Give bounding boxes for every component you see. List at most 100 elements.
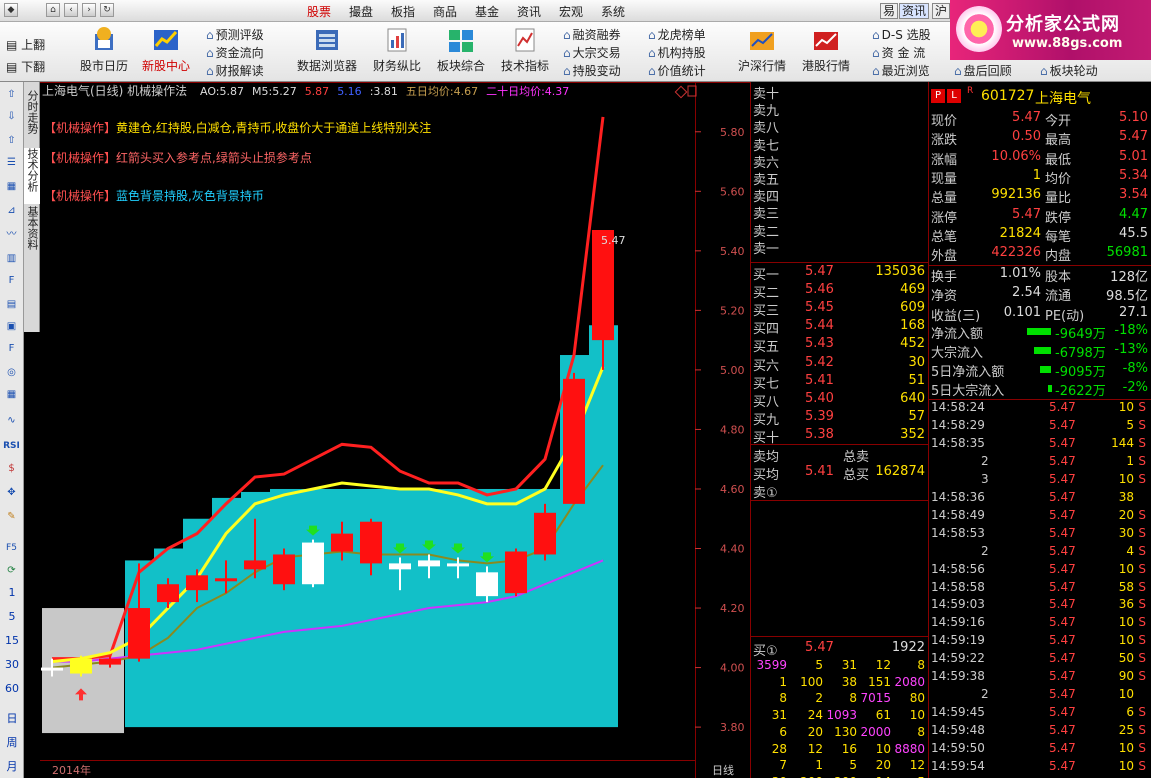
- forecast-rating-link[interactable]: 预测评级: [206, 26, 264, 43]
- value-stats-link[interactable]: 价值统计: [648, 62, 706, 79]
- trend-icon[interactable]: 〰: [3, 226, 20, 243]
- buy-level-9[interactable]: 买十 5.38 352: [751, 427, 929, 446]
- sell-level-9[interactable]: 卖一: [751, 238, 929, 257]
- home-icon[interactable]: ⌂: [46, 3, 60, 17]
- buy-level-price: 5.45: [805, 300, 834, 316]
- queue-cell: 12: [875, 658, 891, 672]
- recent-browse-link[interactable]: 最近浏览: [872, 62, 930, 79]
- up-arrow-icon[interactable]: ⇧: [3, 86, 20, 103]
- sell-level-3[interactable]: 卖七: [751, 135, 929, 154]
- fin-icon[interactable]: F: [3, 272, 20, 289]
- tab-fundamentals[interactable]: 基本资料: [24, 206, 40, 262]
- system-menu-icon[interactable]: ◆: [4, 3, 18, 17]
- buy-level-3[interactable]: 买四 5.44 168: [751, 318, 929, 337]
- review-link[interactable]: 盘后回顾: [954, 62, 1012, 79]
- buy-level-6[interactable]: 买七 5.41 51: [751, 373, 929, 392]
- shsz-quote-button[interactable]: 沪深行情: [734, 26, 790, 74]
- menu-stocks[interactable]: 股票: [307, 3, 331, 20]
- sell-one-queue-row: 卖①: [751, 482, 929, 501]
- menu-system[interactable]: 系统: [601, 3, 625, 20]
- buy-level-8[interactable]: 买九 5.39 57: [751, 409, 929, 428]
- refresh-side-icon[interactable]: ⟳: [3, 562, 20, 579]
- sell-level-1[interactable]: 卖九: [751, 100, 929, 119]
- menu-news[interactable]: 资讯: [517, 3, 541, 20]
- data-browser-button[interactable]: 数据浏览器: [296, 26, 358, 74]
- line-chart-icon[interactable]: ⊿: [3, 202, 20, 219]
- margin-trading-link[interactable]: 融资融券: [563, 26, 621, 43]
- f5-button[interactable]: F5: [3, 540, 20, 557]
- sector-rotation-link[interactable]: 板块轮动: [1040, 62, 1098, 79]
- buy-level-0[interactable]: 买一 5.47 135036: [751, 264, 929, 283]
- sector-summary-button[interactable]: 板块综合: [434, 26, 488, 74]
- period-week[interactable]: 周: [0, 734, 24, 750]
- f10-icon[interactable]: ▣: [3, 318, 20, 335]
- capital-flow-link[interactable]: 资 金 流: [872, 44, 926, 61]
- up-arrow-icon-2[interactable]: ⇧: [3, 132, 20, 149]
- stat-value: 21824: [999, 225, 1041, 241]
- institution-holding-link[interactable]: 机构持股: [648, 44, 706, 61]
- candle-icon[interactable]: ▥: [3, 250, 20, 267]
- kline-chart[interactable]: 5.80 5.60 5.40 5.20 5.00 4.80 4.60 4.40 4.20 4.00…: [40, 82, 750, 778]
- hk-quote-button[interactable]: 港股行情: [798, 26, 854, 74]
- sell-level-6[interactable]: 卖四: [751, 186, 929, 205]
- holding-change-link[interactable]: 持股变动: [563, 62, 621, 79]
- period-1min[interactable]: 1: [0, 586, 24, 599]
- sell-level-8[interactable]: 卖二: [751, 221, 929, 240]
- page-up-button[interactable]: ▤ 上翻: [6, 36, 45, 53]
- pen-icon[interactable]: ✎: [3, 508, 20, 525]
- tech-indicator-button[interactable]: 技术指标: [498, 26, 552, 74]
- period-15min[interactable]: 15: [0, 634, 24, 647]
- move-icon[interactable]: ✥: [3, 484, 20, 501]
- period-60min[interactable]: 60: [0, 682, 24, 695]
- sell-level-2[interactable]: 卖八: [751, 117, 929, 136]
- buy-level-2[interactable]: 买三 5.45 609: [751, 300, 929, 319]
- block-trade-link[interactable]: 大宗交易: [563, 44, 621, 61]
- tab-technical[interactable]: 技术分析: [24, 148, 40, 204]
- grid-icon[interactable]: ▦: [3, 178, 20, 195]
- period-month[interactable]: 月: [0, 758, 24, 774]
- doc-icon[interactable]: ▤: [3, 296, 20, 313]
- down-arrow-icon[interactable]: ⇩: [3, 108, 20, 125]
- dragon-tiger-link[interactable]: 龙虎榜单: [648, 26, 706, 43]
- buy-level-7[interactable]: 买八 5.40 640: [751, 391, 929, 410]
- buy-level-5[interactable]: 买六 5.42 30: [751, 355, 929, 374]
- f10b-icon[interactable]: ◎: [3, 364, 20, 381]
- wave-icon[interactable]: ∿: [3, 412, 20, 429]
- buy-level-1[interactable]: 买二 5.46 469: [751, 282, 929, 301]
- tab-news[interactable]: 资讯: [899, 3, 930, 19]
- sell-level-4[interactable]: 卖六: [751, 152, 929, 171]
- menu-macro[interactable]: 宏观: [559, 3, 583, 20]
- menu-fund[interactable]: 基金: [475, 3, 499, 20]
- list-icon[interactable]: ☰: [3, 154, 20, 171]
- f2-icon[interactable]: F: [3, 340, 20, 357]
- menu-index[interactable]: 板指: [391, 3, 415, 20]
- tab-hu[interactable]: 沪: [932, 3, 951, 19]
- tab-intraday[interactable]: 分时走势: [24, 90, 40, 146]
- refresh-icon[interactable]: ↻: [100, 3, 114, 17]
- money-icon[interactable]: $: [3, 460, 20, 477]
- ipo-center-button[interactable]: 新股中心: [138, 26, 194, 74]
- sell-level-0[interactable]: 卖十: [751, 83, 929, 102]
- period-30min[interactable]: 30: [0, 658, 24, 671]
- tick-row-16: 2 5.47 10: [931, 687, 1151, 705]
- forward-icon[interactable]: ›: [82, 3, 96, 17]
- table-icon[interactable]: ▦: [3, 386, 20, 403]
- buy-level-4[interactable]: 买五 5.43 452: [751, 336, 929, 355]
- back-icon[interactable]: ‹: [64, 3, 78, 17]
- tab-yi[interactable]: 易: [880, 3, 899, 19]
- fund-flow-link[interactable]: 资金流向: [206, 44, 264, 61]
- page-down-button[interactable]: ▤ 下翻: [6, 58, 45, 75]
- stat-value-2: 5.01: [1119, 148, 1148, 164]
- stock-calendar-button[interactable]: 股市日历: [78, 26, 130, 74]
- finance-compare-button[interactable]: 财务纵比: [370, 26, 424, 74]
- sell-level-7[interactable]: 卖三: [751, 203, 929, 222]
- queue-cell: 10: [909, 708, 925, 723]
- ds-screener-link[interactable]: D-S 选股: [872, 26, 931, 43]
- report-interpret-link[interactable]: 财报解读: [206, 62, 264, 79]
- rsi-button[interactable]: RSI: [3, 438, 20, 455]
- menu-cuopan[interactable]: 撮盘: [349, 3, 373, 20]
- menu-commodity[interactable]: 商品: [433, 3, 457, 20]
- sell-level-5[interactable]: 卖五: [751, 169, 929, 188]
- period-5min[interactable]: 5: [0, 610, 24, 623]
- period-day[interactable]: 日: [0, 710, 24, 726]
